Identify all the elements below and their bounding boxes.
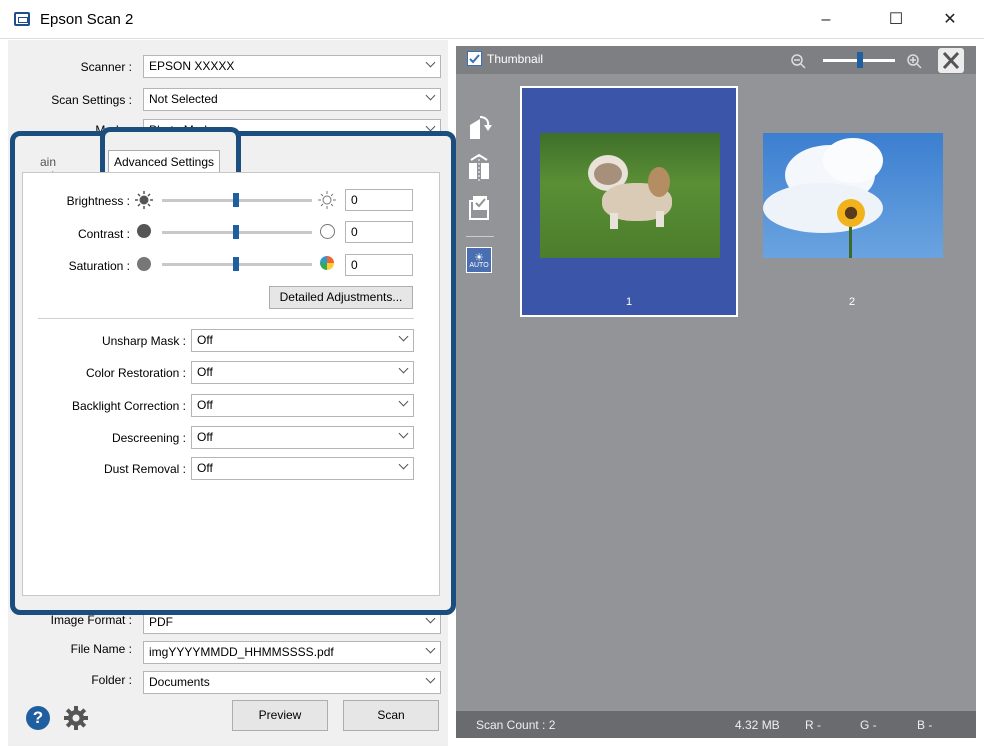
- select-all-icon[interactable]: [468, 193, 492, 221]
- backlight-correction-select[interactable]: Off: [191, 394, 414, 417]
- thumbnail-number-2: 2: [848, 296, 856, 308]
- unsharp-mask-label: Unsharp Mask :: [101, 334, 186, 348]
- window-title: Epson Scan 2: [40, 11, 134, 28]
- scan-settings-select[interactable]: Not Selected: [143, 88, 441, 111]
- descreening-select[interactable]: Off: [191, 426, 414, 449]
- file-size: 4.32 MB: [735, 718, 780, 732]
- flip-icon[interactable]: [466, 153, 492, 181]
- scan-settings-label: Scan Settings :: [51, 93, 132, 107]
- color-restoration-select[interactable]: Off: [191, 361, 414, 384]
- clear-preview-button[interactable]: [938, 48, 964, 73]
- app-icon: [14, 12, 30, 26]
- contrast-slider-thumb[interactable]: [233, 225, 239, 239]
- scanner-label: Scanner :: [80, 60, 132, 74]
- scan-count: Scan Count : 2: [476, 718, 556, 732]
- image-format-label: Image Format :: [50, 613, 132, 627]
- saturation-label: Saturation :: [68, 259, 130, 273]
- thumbnail-checkbox[interactable]: [467, 51, 482, 66]
- dust-removal-select[interactable]: Off: [191, 457, 414, 480]
- close-button[interactable]: ✕: [930, 6, 970, 34]
- chevron-down-icon: [400, 427, 407, 448]
- rotate-icon[interactable]: [466, 113, 492, 141]
- help-icon[interactable]: ?: [26, 706, 50, 730]
- chevron-down-icon: [400, 330, 407, 351]
- minimize-button[interactable]: –: [806, 6, 846, 34]
- chevron-down-icon: [400, 458, 407, 479]
- descreening-label: Descreening :: [111, 431, 186, 445]
- contrast-dark-icon: [137, 224, 151, 238]
- saturation-color-icon: [320, 256, 334, 270]
- brightness-slider-thumb[interactable]: [233, 193, 239, 207]
- dust-removal-label: Dust Removal :: [103, 462, 186, 476]
- zoom-in-icon[interactable]: [906, 53, 922, 69]
- chevron-down-icon: [427, 89, 434, 110]
- color-restoration-label: Color Restoration :: [85, 366, 186, 380]
- unsharp-mask-select[interactable]: Off: [191, 329, 414, 352]
- brightness-label: Brightness :: [66, 194, 130, 208]
- dog-photo-thumbnail: [540, 133, 720, 258]
- contrast-label: Contrast :: [77, 227, 130, 241]
- thumbnail-label: Thumbnail: [487, 52, 544, 66]
- chevron-down-icon: [427, 612, 434, 633]
- b-value: B -: [917, 718, 933, 732]
- g-value: G -: [860, 718, 877, 732]
- detailed-adjustments-button[interactable]: Detailed Adjustments...: [269, 286, 413, 309]
- scanner-select[interactable]: EPSON XXXXX: [143, 55, 441, 78]
- status-bar: Scan Count : 2 4.32 MB R - G - B -: [456, 711, 976, 738]
- zoom-out-icon[interactable]: [790, 53, 806, 69]
- brightness-input[interactable]: 0: [345, 189, 413, 211]
- sunflower-photo-thumbnail[interactable]: [763, 133, 943, 258]
- sun-light-icon: [318, 191, 336, 209]
- divider: [466, 236, 494, 237]
- chevron-down-icon: [400, 395, 407, 416]
- close-x-icon: [942, 51, 960, 70]
- scan-button[interactable]: Scan: [343, 700, 439, 731]
- chevron-down-icon: [427, 642, 434, 663]
- tab-main-settings[interactable]: Main Settings: [40, 155, 102, 173]
- title-bar: Epson Scan 2 – ☐ ✕: [0, 0, 984, 38]
- chevron-down-icon: [400, 362, 407, 383]
- contrast-input[interactable]: 0: [345, 221, 413, 243]
- chevron-down-icon: [427, 56, 434, 77]
- folder-select[interactable]: Documents: [143, 671, 441, 694]
- gear-icon[interactable]: [63, 705, 89, 731]
- saturation-input[interactable]: 0: [345, 254, 413, 276]
- zoom-slider-thumb[interactable]: [857, 52, 863, 68]
- r-value: R -: [805, 718, 821, 732]
- thumbnail-number-1: 1: [625, 296, 633, 308]
- backlight-correction-label: Backlight Correction :: [71, 399, 186, 413]
- auto-exposure-icon[interactable]: ☀ AUTO: [466, 247, 492, 273]
- contrast-light-icon: [320, 224, 335, 239]
- file-name-label: File Name :: [70, 642, 132, 656]
- check-icon: [469, 54, 480, 64]
- sun-dark-icon: [135, 191, 153, 209]
- chevron-down-icon: [427, 672, 434, 693]
- file-name-select[interactable]: imgYYYYMMDD_HHMMSSSS.pdf: [143, 641, 441, 664]
- divider: [38, 318, 414, 319]
- folder-label: Folder :: [91, 673, 132, 687]
- saturation-gray-icon: [137, 257, 151, 271]
- tab-advanced-settings[interactable]: Advanced Settings: [108, 150, 220, 174]
- preview-button[interactable]: Preview: [232, 700, 328, 731]
- maximize-button[interactable]: ☐: [876, 6, 916, 34]
- saturation-slider-thumb[interactable]: [233, 257, 239, 271]
